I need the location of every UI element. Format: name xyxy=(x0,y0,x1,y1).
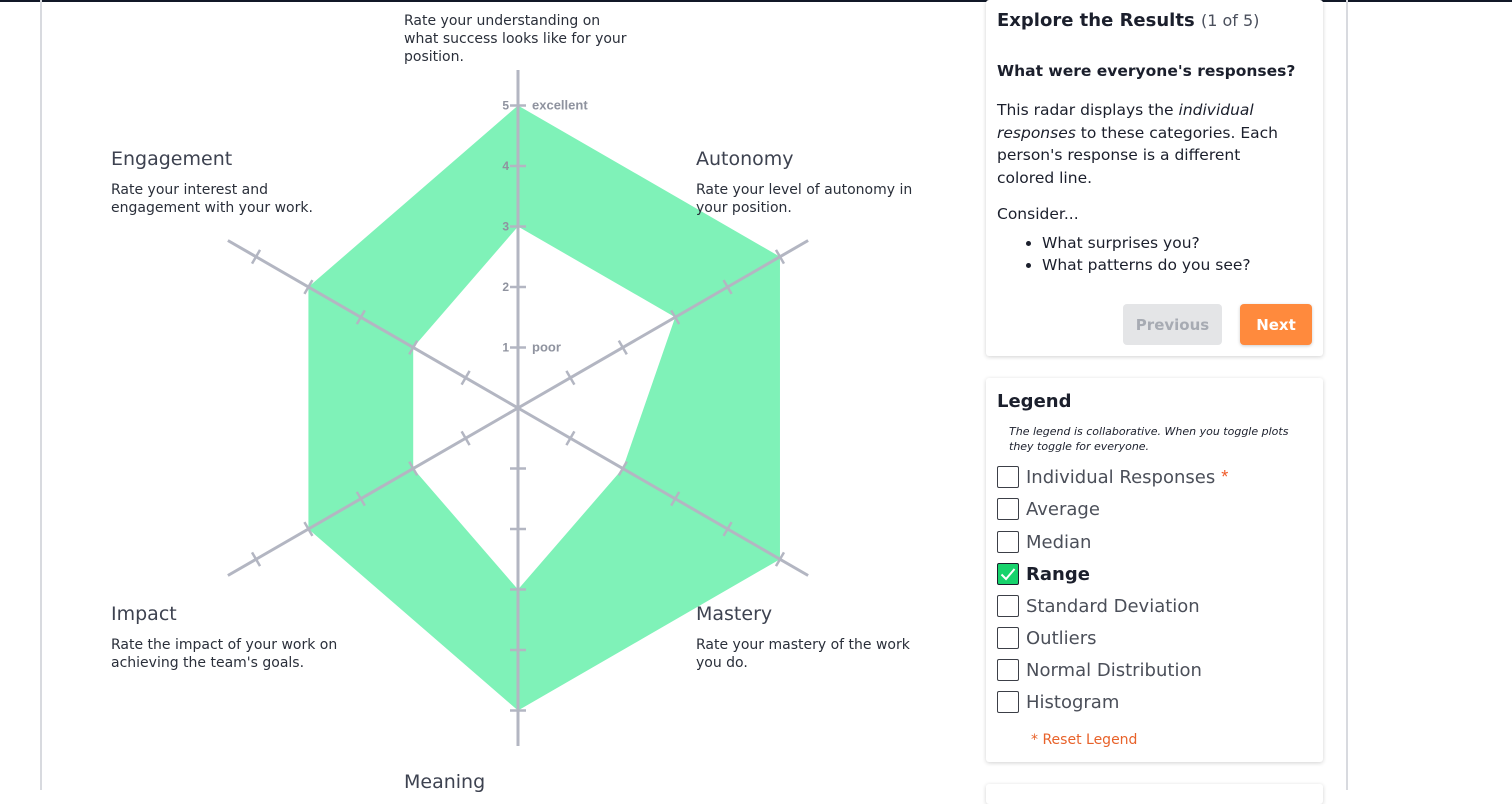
legend-item-label: Average xyxy=(1026,498,1100,520)
legend-item-individual-responses[interactable]: Individual Responses * xyxy=(997,464,1228,490)
legend-card: Legend The legend is collaborative. When… xyxy=(986,378,1323,762)
category-autonomy-title: Autonomy xyxy=(696,148,794,170)
explore-bullet-list: What surprises you? What patterns do you… xyxy=(997,232,1251,276)
legend-item-median[interactable]: Median xyxy=(997,529,1091,555)
scale-tick-label: 4 xyxy=(502,159,509,173)
checkmark-icon xyxy=(1000,568,1016,581)
scale-tick-label: 2 xyxy=(502,280,509,294)
checkbox[interactable] xyxy=(997,498,1019,520)
explore-title-text: Explore the Results xyxy=(997,10,1195,31)
explore-description-part-1: This radar displays the xyxy=(997,101,1179,119)
checkbox-checked[interactable] xyxy=(997,563,1019,585)
category-top-description: Rate your understanding on what success … xyxy=(404,13,627,65)
checkbox[interactable] xyxy=(997,466,1019,488)
scale-tick-label: 3 xyxy=(502,220,509,234)
scale-tick-label: 1 xyxy=(502,341,509,355)
legend-item-label: Median xyxy=(1026,531,1092,553)
category-engagement-title: Engagement xyxy=(111,148,233,170)
legend-item-label: Range xyxy=(1026,563,1090,585)
legend-item-normal-distribution[interactable]: Normal Distribution xyxy=(997,657,1202,683)
legend-item-label: Outliers xyxy=(1026,627,1097,649)
checkbox[interactable] xyxy=(997,691,1019,713)
list-item: What surprises you? xyxy=(1042,232,1251,254)
category-mastery-description: Rate your mastery of the work you do. xyxy=(696,637,910,671)
legend-item-label: Histogram xyxy=(1026,691,1120,713)
checkbox[interactable] xyxy=(997,595,1019,617)
next-card-edge xyxy=(986,784,1323,804)
required-star: * xyxy=(1221,466,1229,487)
category-mastery-title: Mastery xyxy=(696,603,773,625)
explore-question: What were everyone's responses? xyxy=(997,62,1296,80)
radar-chart-area: 1 2 3 4 5 excellent poor Rate your understandi… xyxy=(42,0,972,793)
list-item: What patterns do you see? xyxy=(1042,254,1251,276)
legend-item-label: Normal Distribution xyxy=(1026,659,1202,681)
scale-low-label: poor xyxy=(532,340,561,355)
next-button[interactable]: Next xyxy=(1240,304,1312,345)
previous-button[interactable]: Previous xyxy=(1123,304,1222,345)
checkbox[interactable] xyxy=(997,659,1019,681)
page-border-right xyxy=(1346,0,1348,790)
legend-title: Legend xyxy=(997,391,1072,412)
legend-item-average[interactable]: Average xyxy=(997,496,1100,522)
scale-tick-label: 5 xyxy=(502,99,509,113)
category-impact-title: Impact xyxy=(111,603,177,625)
legend-item-label: Individual Responses xyxy=(1026,466,1216,488)
legend-item-outliers[interactable]: Outliers xyxy=(997,625,1097,651)
explore-results-card: Explore the Results (1 of 5) What were e… xyxy=(986,0,1323,356)
legend-item-label: Standard Deviation xyxy=(1026,595,1200,617)
explore-consider: Consider... xyxy=(997,205,1079,223)
scale-high-label: excellent xyxy=(532,98,588,113)
explore-title: Explore the Results (1 of 5) xyxy=(997,10,1259,31)
legend-item-histogram[interactable]: Histogram xyxy=(997,689,1119,715)
explore-step-count: (1 of 5) xyxy=(1200,11,1260,30)
legend-note: The legend is collaborative. When you to… xyxy=(1009,425,1289,453)
checkbox[interactable] xyxy=(997,531,1019,553)
explore-description: This radar displays the individual respo… xyxy=(997,99,1302,189)
category-autonomy-description: Rate your level of autonomy in your posi… xyxy=(696,182,913,216)
legend-item-range[interactable]: Range xyxy=(997,561,1090,587)
category-engagement-description: Rate your interest and engagement with y… xyxy=(111,182,313,216)
legend-item-standard-deviation[interactable]: Standard Deviation xyxy=(997,593,1200,619)
checkbox[interactable] xyxy=(997,627,1019,649)
category-impact-description: Rate the impact of your work on achievin… xyxy=(111,637,338,671)
reset-legend-link[interactable]: * Reset Legend xyxy=(1031,732,1137,748)
